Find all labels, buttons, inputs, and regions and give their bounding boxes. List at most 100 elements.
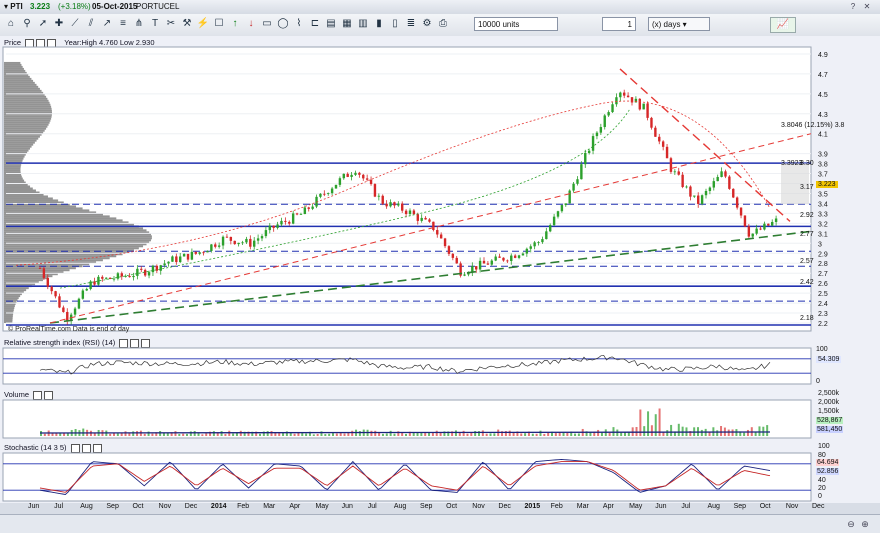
alert-icon[interactable]: ☐ bbox=[212, 17, 226, 31]
candle-body bbox=[101, 276, 104, 279]
footer-scrollbar[interactable]: ⊖ ⊕ bbox=[0, 514, 880, 533]
x-tick-label: Jul bbox=[367, 503, 377, 510]
text-icon[interactable]: T bbox=[148, 17, 162, 31]
line-style-icon[interactable]: ≣ bbox=[404, 17, 418, 31]
candle-body bbox=[665, 146, 669, 159]
candle-style-icon[interactable]: ▮ bbox=[372, 17, 386, 31]
ruler-icon[interactable]: ▤ bbox=[324, 17, 338, 31]
rsi-chart[interactable] bbox=[0, 336, 880, 388]
grid-icon[interactable]: ▥ bbox=[356, 17, 370, 31]
candle-body bbox=[549, 225, 552, 232]
volume-profile-bar bbox=[4, 107, 52, 110]
candle-body bbox=[389, 202, 392, 207]
x-tick-label: Jul bbox=[681, 503, 691, 510]
candle-body bbox=[217, 245, 221, 247]
fib-icon[interactable]: ≡ bbox=[116, 17, 130, 31]
volume-bar bbox=[189, 431, 192, 436]
candle-body bbox=[381, 195, 384, 204]
crosshair-icon[interactable]: ✚ bbox=[52, 17, 66, 31]
volume-bar bbox=[597, 429, 600, 436]
volume-bar bbox=[720, 426, 723, 436]
price-ytick-label: 2.3 bbox=[818, 311, 828, 318]
x-tick-label: May bbox=[315, 503, 329, 510]
arrow-icon[interactable]: ↗ bbox=[100, 17, 114, 31]
volume-bar bbox=[151, 433, 154, 436]
volume-bar bbox=[232, 433, 235, 436]
bar-style-icon[interactable]: ▯ bbox=[388, 17, 402, 31]
arrow-down-icon[interactable]: ↓ bbox=[244, 17, 258, 31]
chart-type-icon[interactable]: 📈 bbox=[770, 17, 796, 33]
candle-body bbox=[424, 217, 427, 220]
volume-bar bbox=[312, 434, 315, 436]
period-input[interactable]: 1 bbox=[602, 17, 636, 31]
home-icon[interactable]: ⌂ bbox=[4, 17, 18, 31]
candle-body bbox=[650, 117, 653, 128]
candle-body bbox=[494, 256, 497, 261]
rect-icon[interactable]: ▭ bbox=[260, 17, 274, 31]
indicator-icon[interactable]: ⚡ bbox=[196, 17, 210, 31]
candle-body bbox=[179, 256, 182, 263]
x-tick-label: Apr bbox=[289, 503, 301, 510]
volume-bar bbox=[435, 430, 438, 436]
price-panel: Price Year:High 4.760 Low 2.930 4.9 4.7 4.… bbox=[0, 36, 880, 336]
x-tick-label: Nov bbox=[158, 503, 172, 510]
window-help-icon[interactable]: ? bbox=[848, 2, 858, 12]
volume-profile-bar bbox=[4, 117, 52, 120]
volume-chart[interactable] bbox=[0, 388, 880, 441]
measure-icon[interactable]: ⚒ bbox=[180, 17, 194, 31]
volume-bar bbox=[328, 433, 331, 436]
candle-body bbox=[175, 256, 178, 263]
candle-body bbox=[443, 238, 447, 247]
volume-bar bbox=[566, 432, 569, 436]
label-icon[interactable]: ▦ bbox=[340, 17, 354, 31]
window-close-icon[interactable]: ✕ bbox=[862, 2, 872, 12]
volume-bar bbox=[766, 425, 769, 436]
candle-body bbox=[330, 188, 334, 194]
volume-profile-bar bbox=[4, 61, 21, 64]
candle-body bbox=[685, 186, 688, 188]
volume-profile-bar bbox=[4, 143, 34, 146]
period-unit-select[interactable]: (x) days ▾ bbox=[648, 17, 710, 31]
cursor-icon[interactable]: ➚ bbox=[36, 17, 50, 31]
price-ytick-label: 3.9 bbox=[818, 152, 828, 159]
pitchfork-icon[interactable]: ⋔ bbox=[132, 17, 146, 31]
arrow-up-green-icon[interactable]: ↑ bbox=[228, 17, 242, 31]
zoom-in-icon[interactable]: ⊕ bbox=[860, 519, 870, 529]
trendline-icon[interactable]: ⟋ bbox=[68, 17, 82, 31]
volume-bar bbox=[159, 430, 162, 436]
channel-icon[interactable]: ⫽ bbox=[84, 17, 98, 31]
candle-body bbox=[451, 253, 455, 258]
candle-body bbox=[362, 174, 365, 179]
settings-icon[interactable]: ⚙ bbox=[420, 17, 434, 31]
volume-bar bbox=[600, 432, 603, 436]
candle-body bbox=[85, 288, 88, 291]
stochastic-chart[interactable] bbox=[0, 441, 880, 503]
volume-profile-bar bbox=[4, 289, 27, 292]
candle-body bbox=[420, 217, 423, 221]
candle-body bbox=[774, 218, 778, 222]
x-tick-label: Apr bbox=[602, 503, 614, 510]
candle-body bbox=[697, 195, 700, 204]
volume-profile-bar bbox=[4, 167, 21, 170]
volume-profile-bar bbox=[4, 81, 35, 84]
candle-body bbox=[186, 253, 190, 260]
print-icon[interactable]: ⎙ bbox=[436, 17, 450, 31]
candle-body bbox=[237, 242, 240, 245]
candle-body bbox=[350, 174, 353, 177]
ticker-menu[interactable]: ▾ PTI bbox=[4, 2, 23, 11]
polyline-icon[interactable]: ⌇ bbox=[292, 17, 306, 31]
price-chart[interactable]: 4.94.74.54.34.13.93.83.73.63.53.43.33.23… bbox=[0, 36, 880, 336]
search-icon[interactable]: ⚲ bbox=[20, 17, 34, 31]
volume-bar bbox=[316, 433, 319, 436]
zoom-out-icon[interactable]: ⊖ bbox=[846, 519, 856, 529]
eraser-icon[interactable]: ✂ bbox=[164, 17, 178, 31]
volume-bar bbox=[324, 434, 327, 436]
ellipse-icon[interactable]: ◯ bbox=[276, 17, 290, 31]
candle-body bbox=[486, 263, 490, 265]
candle-body bbox=[303, 207, 307, 215]
volume-profile-bar bbox=[4, 197, 53, 200]
volume-bar bbox=[454, 430, 457, 436]
volume-bar bbox=[489, 433, 492, 436]
units-input[interactable]: 10000 units bbox=[474, 17, 558, 31]
bracket-icon[interactable]: ⊏ bbox=[308, 17, 322, 31]
